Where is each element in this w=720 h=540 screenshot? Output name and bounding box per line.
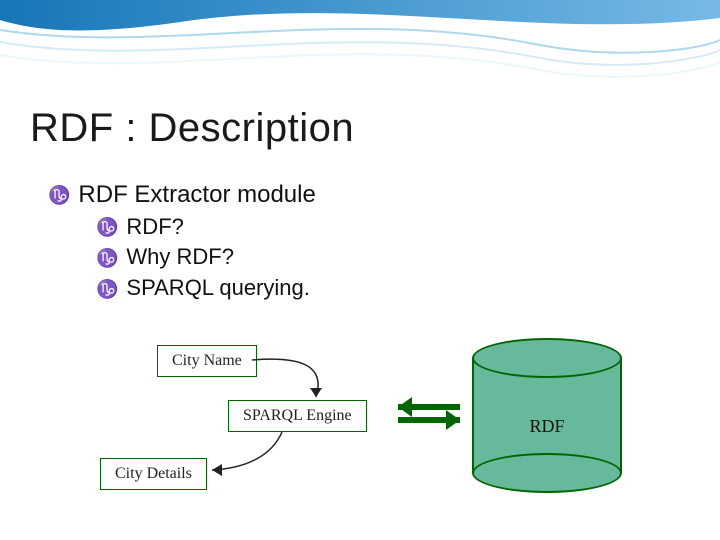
capricorn-bullet-icon: ♑ xyxy=(96,218,118,236)
bullet-main: ♑ RDF Extractor module xyxy=(48,178,316,212)
header-wave-decor xyxy=(0,0,720,100)
bullet-sub-1: ♑ Why RDF? xyxy=(96,242,316,273)
bullet-sub-2: ♑ SPARQL querying. xyxy=(96,273,316,304)
capricorn-bullet-icon: ♑ xyxy=(48,186,70,204)
bullet-sub-text: RDF? xyxy=(126,212,183,243)
bullet-main-text: RDF Extractor module xyxy=(78,178,315,212)
box-city-details: City Details xyxy=(100,458,207,490)
capricorn-bullet-icon: ♑ xyxy=(96,249,118,267)
bullet-sub-text: Why RDF? xyxy=(126,242,234,273)
box-sparql-engine: SPARQL Engine xyxy=(228,400,367,432)
bullet-sub-0: ♑ RDF? xyxy=(96,212,316,243)
bullet-list: ♑ RDF Extractor module ♑ RDF? ♑ Why RDF?… xyxy=(48,178,316,304)
bullet-sub-text: SPARQL querying. xyxy=(126,273,309,304)
rdf-cylinder-label: RDF xyxy=(472,416,622,437)
box-city-name: City Name xyxy=(157,345,257,377)
capricorn-bullet-icon: ♑ xyxy=(96,280,118,298)
rdf-cylinder: RDF xyxy=(472,338,622,493)
slide-title: RDF : Description xyxy=(30,106,354,151)
